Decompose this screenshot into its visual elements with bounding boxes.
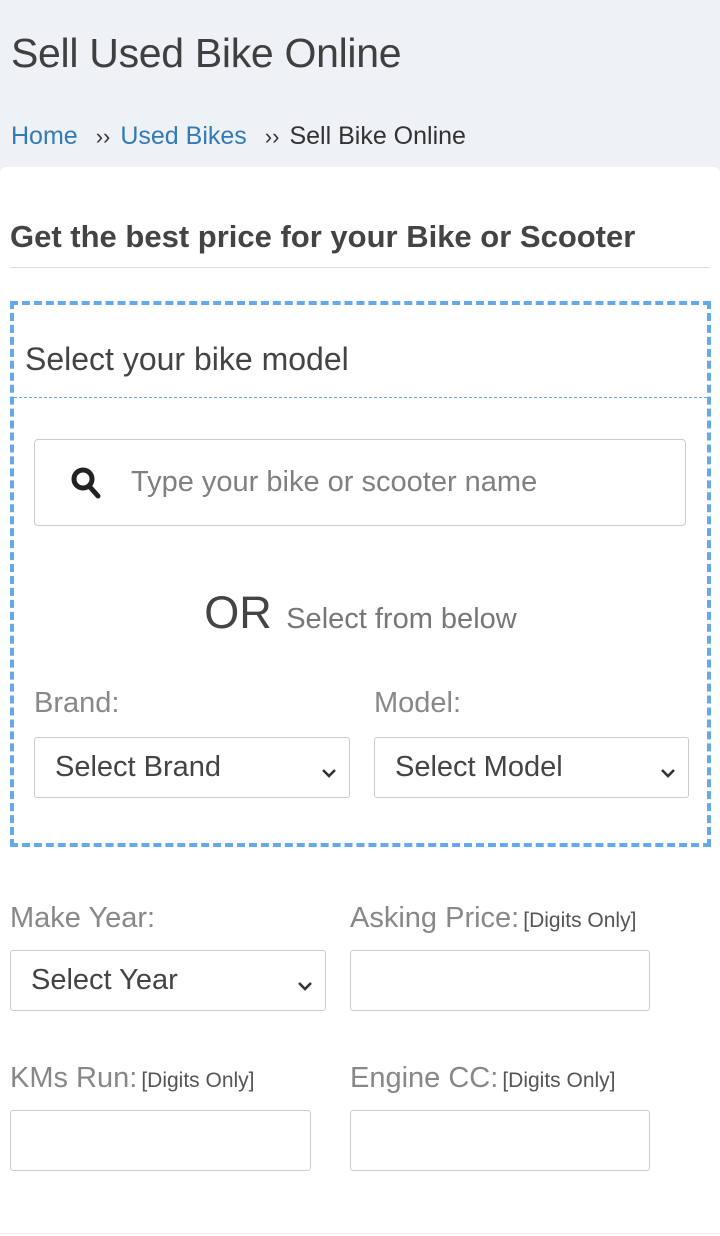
bike-search-input[interactable] [131,466,651,499]
or-divider: OR Select from below [14,587,707,639]
breadcrumb: Home ›› Used Bikes ›› Sell Bike Online [11,122,466,151]
divider [10,267,710,268]
chevron-down-icon [319,758,339,778]
breadcrumb-separator: ›› [264,123,280,149]
make-year-select[interactable]: Select Year [10,950,326,1011]
model-label: Model: [374,687,462,719]
make-year-label-text: Make Year: [10,902,156,934]
breadcrumb-separator: ›› [95,123,111,149]
model-selection-box: Select your bike model OR Select from be… [10,301,711,847]
search-icon [67,463,107,503]
engine-cc-label: Engine CC: [Digits Only] [350,1062,616,1095]
engine-cc-input[interactable] [350,1110,650,1171]
kms-run-label-text: KMs Run: [10,1062,138,1094]
or-text: OR [204,587,272,638]
select-below-text: Select from below [286,603,517,635]
asking-price-label-text: Asking Price: [350,902,520,934]
chevron-down-icon [295,971,315,991]
page-title: Sell Used Bike Online [11,30,402,76]
make-year-label: Make Year: [10,902,155,935]
engine-cc-label-text: Engine CC: [350,1062,499,1094]
model-box-title: Select your bike model [25,341,349,377]
breadcrumb-current: Sell Bike Online [289,122,466,150]
sell-form-card: Get the best price for your Bike or Scoo… [0,167,720,1236]
kms-run-label: KMs Run: [Digits Only] [10,1062,255,1095]
chevron-down-icon [658,758,678,778]
brand-select-value: Select Brand [55,751,222,783]
kms-run-input[interactable] [10,1110,311,1171]
divider [0,1233,720,1234]
bike-search-field[interactable] [34,439,686,526]
brand-select[interactable]: Select Brand [34,737,350,798]
model-select[interactable]: Select Model [374,737,689,798]
breadcrumb-home[interactable]: Home [11,122,78,151]
asking-price-hint: [Digits Only] [523,909,637,932]
engine-cc-hint: [Digits Only] [502,1069,616,1092]
breadcrumb-used-bikes[interactable]: Used Bikes [120,122,246,151]
brand-label: Brand: [34,687,120,719]
model-box-header: Select your bike model [14,305,707,398]
form-heading: Get the best price for your Bike or Scoo… [10,219,636,254]
asking-price-label: Asking Price: [Digits Only] [350,902,636,935]
model-select-value: Select Model [395,751,563,783]
make-year-select-value: Select Year [31,964,178,996]
kms-run-hint: [Digits Only] [141,1069,255,1092]
asking-price-input[interactable] [350,950,650,1011]
